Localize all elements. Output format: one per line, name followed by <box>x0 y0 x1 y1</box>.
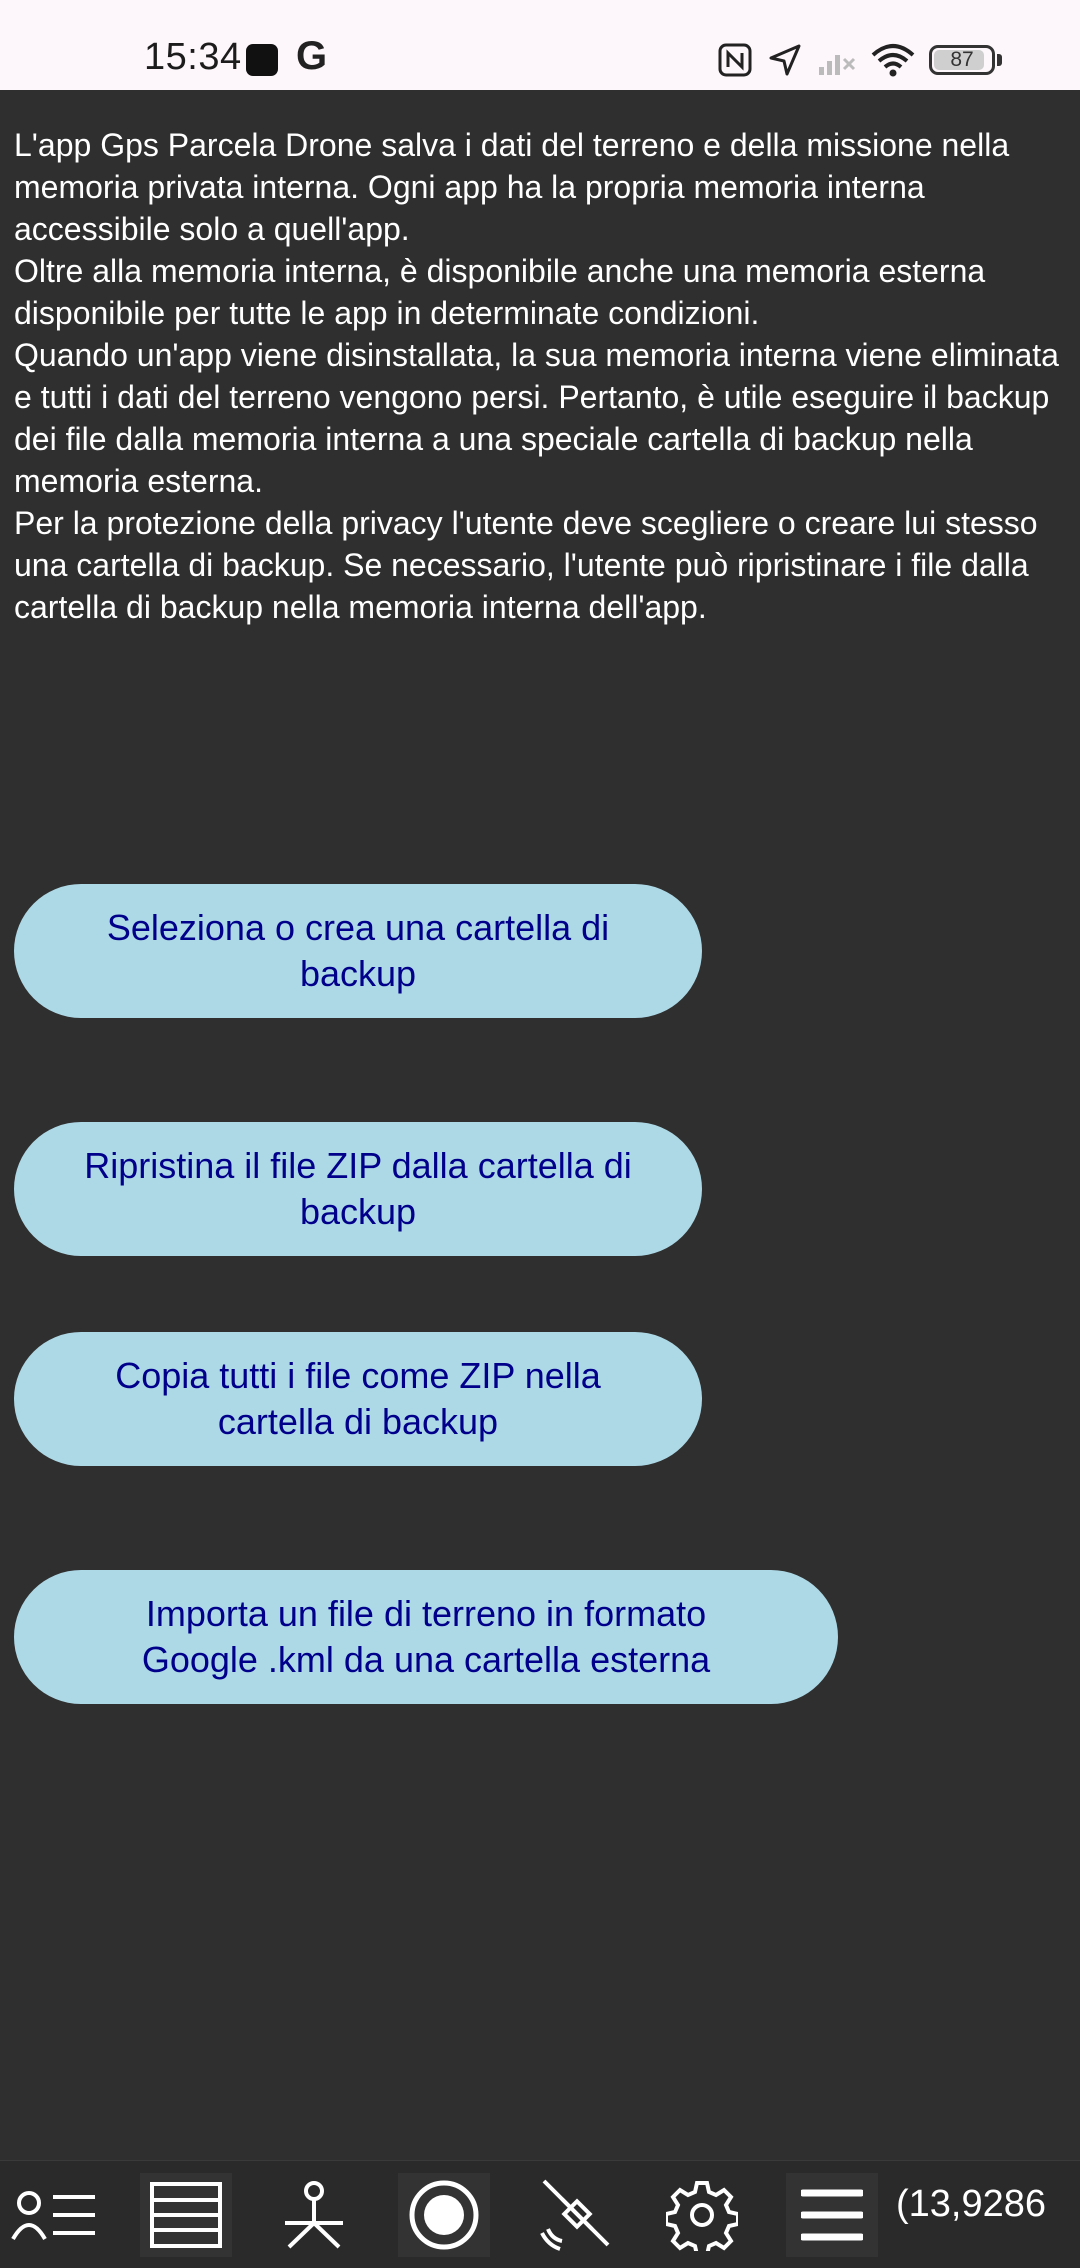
bottom-toolbar: (13,9286 <box>0 2160 1080 2268</box>
status-time: 15:34 <box>144 36 242 78</box>
survey-tripod-icon[interactable] <box>268 2173 360 2257</box>
status-bar: 15:34 G 87 <box>0 0 1080 90</box>
settings-icon[interactable] <box>656 2173 748 2257</box>
import-kml-button[interactable]: Importa un file di terreno in formato Go… <box>14 1570 838 1704</box>
coordinates-readout: (13,9286 <box>896 2183 1047 2225</box>
location-arrow-icon <box>769 44 801 76</box>
list-icon[interactable] <box>140 2173 232 2257</box>
backup-info-text: L'app Gps Parcela Drone salva i dati del… <box>14 127 1059 625</box>
menu-icon[interactable] <box>786 2173 878 2257</box>
notification-dot-icon <box>246 44 278 76</box>
record-icon[interactable] <box>398 2173 490 2257</box>
wifi-icon <box>871 44 915 77</box>
battery-level: 87 <box>950 48 974 71</box>
battery-icon: 87 <box>929 45 995 75</box>
status-icons: 87 <box>703 38 1002 82</box>
copy-zip-button[interactable]: Copia tutti i file come ZIP nella cartel… <box>14 1332 702 1466</box>
select-backup-folder-button[interactable]: Seleziona o crea una cartella di backup <box>14 884 702 1018</box>
user-list-icon[interactable] <box>8 2173 100 2257</box>
google-icon: G <box>296 34 328 78</box>
signal-icon <box>819 55 856 75</box>
gps-off-icon[interactable] <box>528 2173 620 2257</box>
restore-zip-button[interactable]: Ripristina il file ZIP dalla cartella di… <box>14 1122 702 1256</box>
nfc-icon <box>718 43 752 77</box>
battery-tip <box>997 54 1002 66</box>
